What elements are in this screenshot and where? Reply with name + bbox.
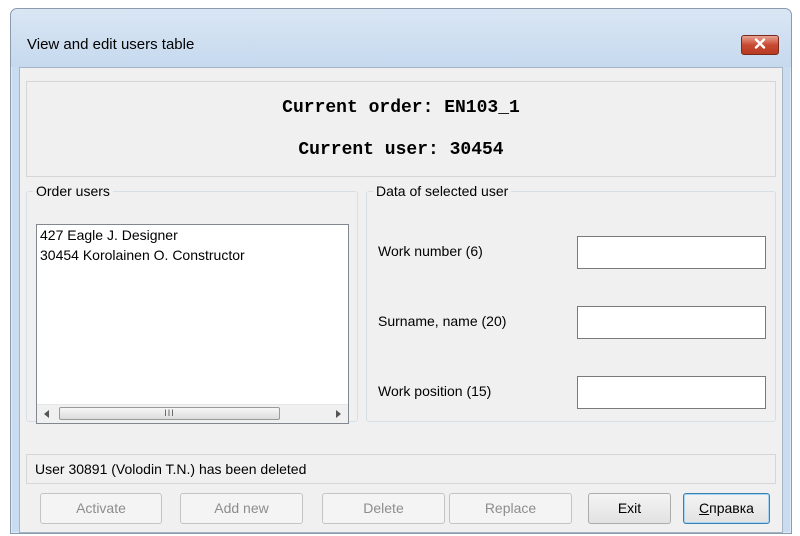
window-title: View and edit users table [27,36,195,53]
exit-button[interactable]: Exit [588,493,671,524]
surname-field[interactable] [577,306,766,339]
add-new-button[interactable]: Add new [180,493,303,524]
order-users-title: Order users [36,183,110,199]
list-item[interactable]: 427 Eagle J. Designer [37,225,348,245]
arrow-right-icon[interactable] [329,405,347,423]
scroll-thumb[interactable]: III [59,407,280,420]
list-item[interactable]: 30454 Korolainen O. Constructor [37,245,348,265]
work-number-label: Work number (6) [378,243,483,259]
grip-icon: III [164,408,175,418]
surname-label: Surname, name (20) [378,313,507,329]
activate-button[interactable]: Activate [40,493,162,524]
replace-button[interactable]: Replace [449,493,572,524]
current-info-panel: Current order: EN103_1 Current user: 304… [26,81,776,177]
help-button-label: правка [709,500,754,516]
current-order-text: Current order: EN103_1 [282,98,520,118]
work-position-field[interactable] [577,376,766,409]
close-icon [754,36,766,54]
order-users-list[interactable]: 427 Eagle J. Designer 30454 Korolainen O… [36,224,349,424]
selected-user-title: Data of selected user [376,183,509,199]
work-number-field[interactable] [577,236,766,269]
work-position-label: Work position (15) [378,383,492,399]
title-bar[interactable]: View and edit users table [11,9,791,67]
horizontal-scrollbar[interactable]: III [37,404,348,423]
help-button[interactable]: Справка [683,493,770,524]
selected-user-group: Data of selected user Work number (6) Su… [366,183,776,422]
delete-button[interactable]: Delete [322,493,445,524]
arrow-left-icon[interactable] [38,405,56,423]
status-message: User 30891 (Volodin T.N.) has been delet… [26,454,776,484]
current-user-text: Current user: 30454 [298,140,504,160]
dialog-window: View and edit users table Current order:… [10,8,792,534]
order-users-group: Order users 427 Eagle J. Designer 30454 … [26,183,358,424]
dialog-body: Current order: EN103_1 Current user: 304… [19,67,783,533]
close-button[interactable] [741,35,779,55]
help-button-accelerator: С [699,500,710,516]
